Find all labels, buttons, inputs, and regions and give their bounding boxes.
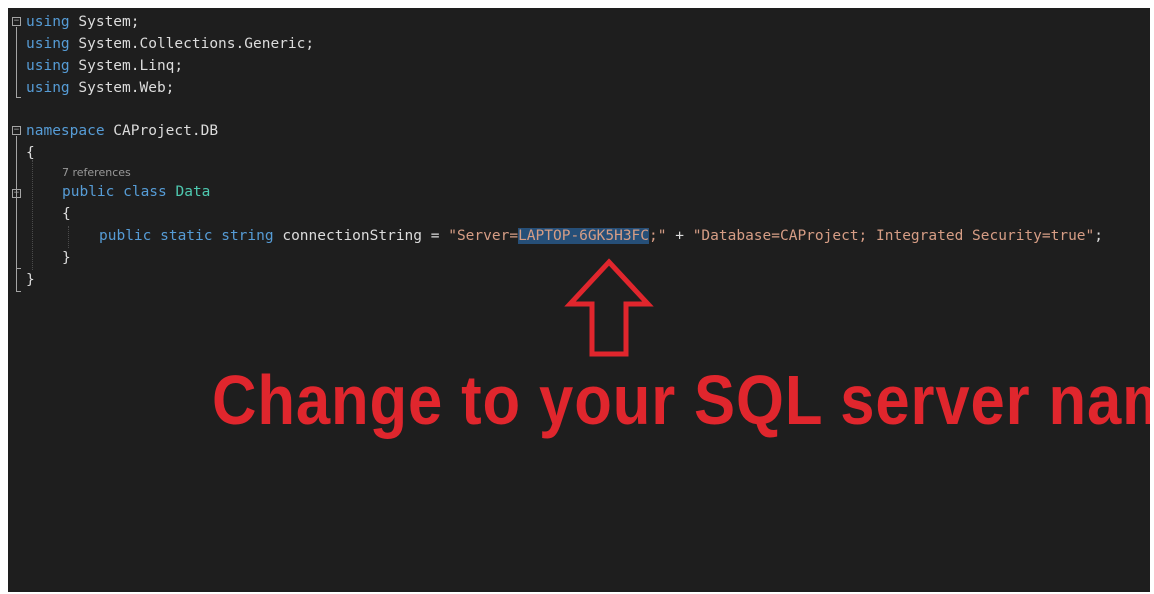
fold-line: [16, 27, 17, 97]
fold-end: [16, 291, 21, 292]
annotation-callout: Change to your SQL server name: [212, 361, 1150, 439]
selected-server-name[interactable]: LAPTOP-6GK5H3FC: [518, 228, 650, 244]
code-line-class-open[interactable]: {: [62, 203, 71, 225]
collapse-icon[interactable]: −: [12, 126, 21, 135]
up-arrow-icon: [564, 258, 654, 357]
fold-end: [16, 97, 21, 98]
code-line-3[interactable]: using System.Linq;: [26, 55, 183, 77]
codelens-references[interactable]: 7 references: [62, 166, 131, 180]
code-line-4[interactable]: using System.Web;: [26, 77, 174, 99]
code-editor[interactable]: − − − using System; using System.Collect…: [8, 8, 1150, 592]
code-line-class[interactable]: public class Data: [62, 181, 210, 203]
code-line-connection-string[interactable]: public static string connectionString = …: [99, 225, 1103, 247]
code-line-2[interactable]: using System.Collections.Generic;: [26, 33, 314, 55]
code-line-1[interactable]: using System;: [26, 11, 140, 33]
code-line-class-close[interactable]: }: [62, 247, 71, 269]
indent-guide: [68, 226, 69, 248]
collapse-icon[interactable]: −: [12, 189, 21, 198]
code-line-open-brace[interactable]: {: [26, 142, 35, 164]
code-line-namespace[interactable]: namespace CAProject.DB: [26, 120, 218, 142]
fold-end: [16, 268, 21, 269]
collapse-icon[interactable]: −: [12, 17, 21, 26]
indent-guide: [32, 160, 33, 270]
code-line-namespace-close[interactable]: }: [26, 269, 35, 291]
fold-line: [16, 199, 17, 268]
